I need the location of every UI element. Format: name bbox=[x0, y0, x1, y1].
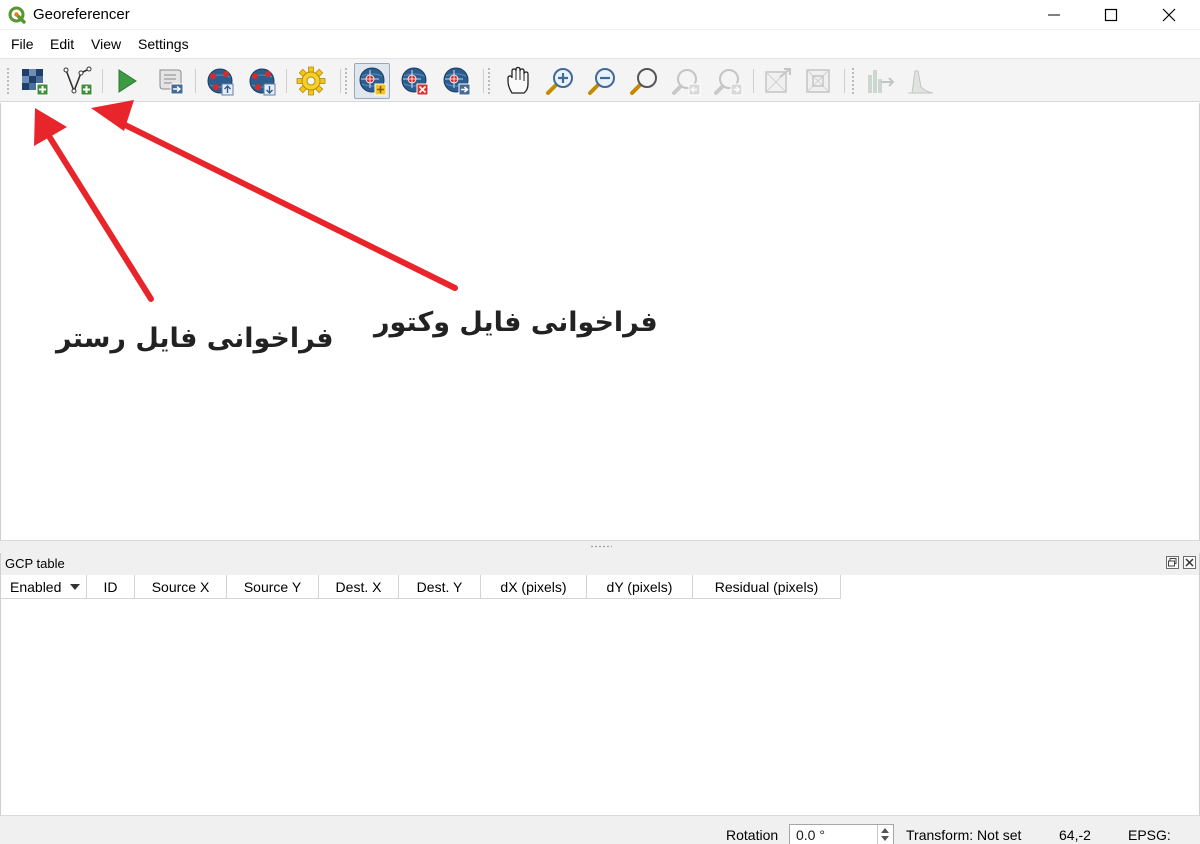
zoom-to-layer-icon bbox=[630, 68, 657, 95]
sort-dropdown-icon[interactable] bbox=[70, 584, 80, 590]
rotation-spinbox[interactable]: 0.0 ° bbox=[789, 824, 894, 844]
maximize-icon bbox=[1104, 8, 1118, 22]
gcp-table-panel: GCP table Enabled ID Source X Source Y D… bbox=[0, 553, 1200, 815]
column-enabled[interactable]: Enabled bbox=[1, 575, 87, 599]
dock-float-button[interactable] bbox=[1166, 556, 1179, 569]
rotation-label: Rotation bbox=[726, 827, 779, 843]
toolbar-separator bbox=[844, 69, 845, 93]
link-georeferencer-to-qgis-button[interactable] bbox=[760, 63, 796, 99]
column-dy-pixels[interactable]: dY (pixels) bbox=[587, 575, 693, 599]
column-dest-x[interactable]: Dest. X bbox=[319, 575, 399, 599]
gcp-table-header-bar: GCP table bbox=[1, 553, 1199, 575]
menu-edit[interactable]: Edit bbox=[50, 36, 74, 52]
menu-file[interactable]: File bbox=[11, 36, 34, 52]
coordinates-readout: 64,-2 bbox=[1059, 827, 1091, 843]
gcp-table-column-header: Enabled ID Source X Source Y Dest. X Des… bbox=[1, 575, 841, 599]
open-vector-icon bbox=[63, 66, 93, 96]
annotation-raster-label: فراخوانی فایل رستر bbox=[56, 323, 334, 354]
menu-view[interactable]: View bbox=[91, 36, 121, 52]
qgis-logo-icon bbox=[8, 6, 26, 24]
float-icon bbox=[1168, 558, 1177, 567]
toolbar-handle[interactable] bbox=[487, 67, 491, 95]
rotation-value[interactable]: 0.0 ° bbox=[796, 827, 825, 843]
transform-status: Transform: Not set bbox=[906, 827, 1022, 843]
add-point-button[interactable] bbox=[354, 63, 390, 99]
close-icon bbox=[1162, 8, 1176, 22]
toolbar-handle[interactable] bbox=[6, 67, 10, 95]
column-dx-pixels[interactable]: dX (pixels) bbox=[481, 575, 587, 599]
column-source-x[interactable]: Source X bbox=[135, 575, 227, 599]
delete-point-icon bbox=[401, 67, 429, 96]
maximize-button[interactable] bbox=[1082, 0, 1140, 30]
toolbar bbox=[0, 58, 1200, 102]
move-point-icon bbox=[443, 67, 471, 96]
add-point-icon bbox=[359, 67, 387, 96]
toolbar-separator bbox=[483, 69, 484, 93]
zoom-out-button[interactable] bbox=[584, 63, 620, 99]
toolbar-separator bbox=[195, 69, 196, 93]
link-geo-to-qgis-icon bbox=[765, 68, 791, 93]
delete-point-button[interactable] bbox=[396, 63, 432, 99]
save-gcp-icon bbox=[249, 68, 276, 96]
zoom-out-icon bbox=[588, 68, 615, 95]
load-gcp-icon bbox=[207, 68, 234, 96]
full-histogram-stretch-button[interactable] bbox=[862, 63, 898, 99]
zoom-last-button[interactable] bbox=[668, 63, 704, 99]
epsg-label: EPSG: bbox=[1128, 827, 1171, 843]
toolbar-separator bbox=[286, 69, 287, 93]
zoom-last-icon bbox=[672, 69, 701, 96]
close-icon bbox=[1185, 558, 1194, 567]
zoom-next-icon bbox=[714, 69, 743, 96]
toolbar-separator bbox=[340, 69, 341, 93]
spin-down-icon[interactable] bbox=[881, 836, 889, 841]
zoom-in-button[interactable] bbox=[542, 63, 578, 99]
gcp-table-body[interactable] bbox=[1, 600, 1199, 814]
histogram-stretch-icon bbox=[868, 70, 895, 93]
column-id[interactable]: ID bbox=[87, 575, 135, 599]
pan-button[interactable] bbox=[500, 63, 536, 99]
local-histogram-stretch-button[interactable] bbox=[902, 63, 938, 99]
zoom-next-button[interactable] bbox=[710, 63, 746, 99]
open-raster-icon bbox=[22, 69, 49, 96]
zoom-in-icon bbox=[546, 68, 573, 95]
zoom-to-layer-button[interactable] bbox=[626, 63, 662, 99]
toolbar-separator bbox=[102, 69, 103, 93]
local-histogram-icon bbox=[908, 70, 934, 94]
close-button[interactable] bbox=[1140, 0, 1198, 30]
minimize-icon bbox=[1048, 14, 1060, 16]
open-vector-button[interactable] bbox=[60, 63, 96, 99]
toolbar-handle[interactable] bbox=[851, 67, 855, 95]
menu-settings[interactable]: Settings bbox=[138, 36, 189, 52]
panel-splitter[interactable] bbox=[0, 540, 1200, 553]
window-title: Georeferencer bbox=[33, 6, 130, 23]
dock-close-button[interactable] bbox=[1183, 556, 1196, 569]
gdal-script-icon bbox=[159, 69, 184, 95]
spin-up-icon[interactable] bbox=[881, 828, 889, 833]
title-bar: Georeferencer bbox=[0, 0, 1200, 30]
column-residual-pixels[interactable]: Residual (pixels) bbox=[693, 575, 841, 599]
toolbar-separator bbox=[753, 69, 754, 93]
annotation-vector-label: فراخوانی فایل وکتور bbox=[374, 307, 658, 338]
play-icon bbox=[118, 69, 137, 93]
splitter-grip[interactable] bbox=[590, 545, 612, 548]
status-bar: Rotation 0.0 ° Transform: Not set 64,-2 … bbox=[0, 815, 1200, 844]
gcp-table-title: GCP table bbox=[5, 556, 65, 571]
toolbar-handle[interactable] bbox=[344, 67, 348, 95]
generate-gdal-script-button[interactable] bbox=[152, 63, 188, 99]
transformation-settings-button[interactable] bbox=[293, 63, 329, 99]
move-point-button[interactable] bbox=[438, 63, 474, 99]
column-source-y[interactable]: Source Y bbox=[227, 575, 319, 599]
settings-gear-icon bbox=[296, 66, 326, 96]
link-qgis-to-geo-icon bbox=[806, 69, 830, 93]
start-georeferencing-button[interactable] bbox=[108, 63, 144, 99]
pan-hand-icon bbox=[507, 66, 529, 94]
menu-bar: File Edit View Settings bbox=[0, 32, 1200, 56]
minimize-button[interactable] bbox=[1025, 0, 1083, 30]
open-raster-button[interactable] bbox=[16, 63, 52, 99]
save-gcp-button[interactable] bbox=[244, 63, 280, 99]
rotation-stepper[interactable] bbox=[877, 825, 893, 844]
load-gcp-button[interactable] bbox=[202, 63, 238, 99]
column-dest-y[interactable]: Dest. Y bbox=[399, 575, 481, 599]
link-qgis-to-georeferencer-button[interactable] bbox=[800, 63, 836, 99]
